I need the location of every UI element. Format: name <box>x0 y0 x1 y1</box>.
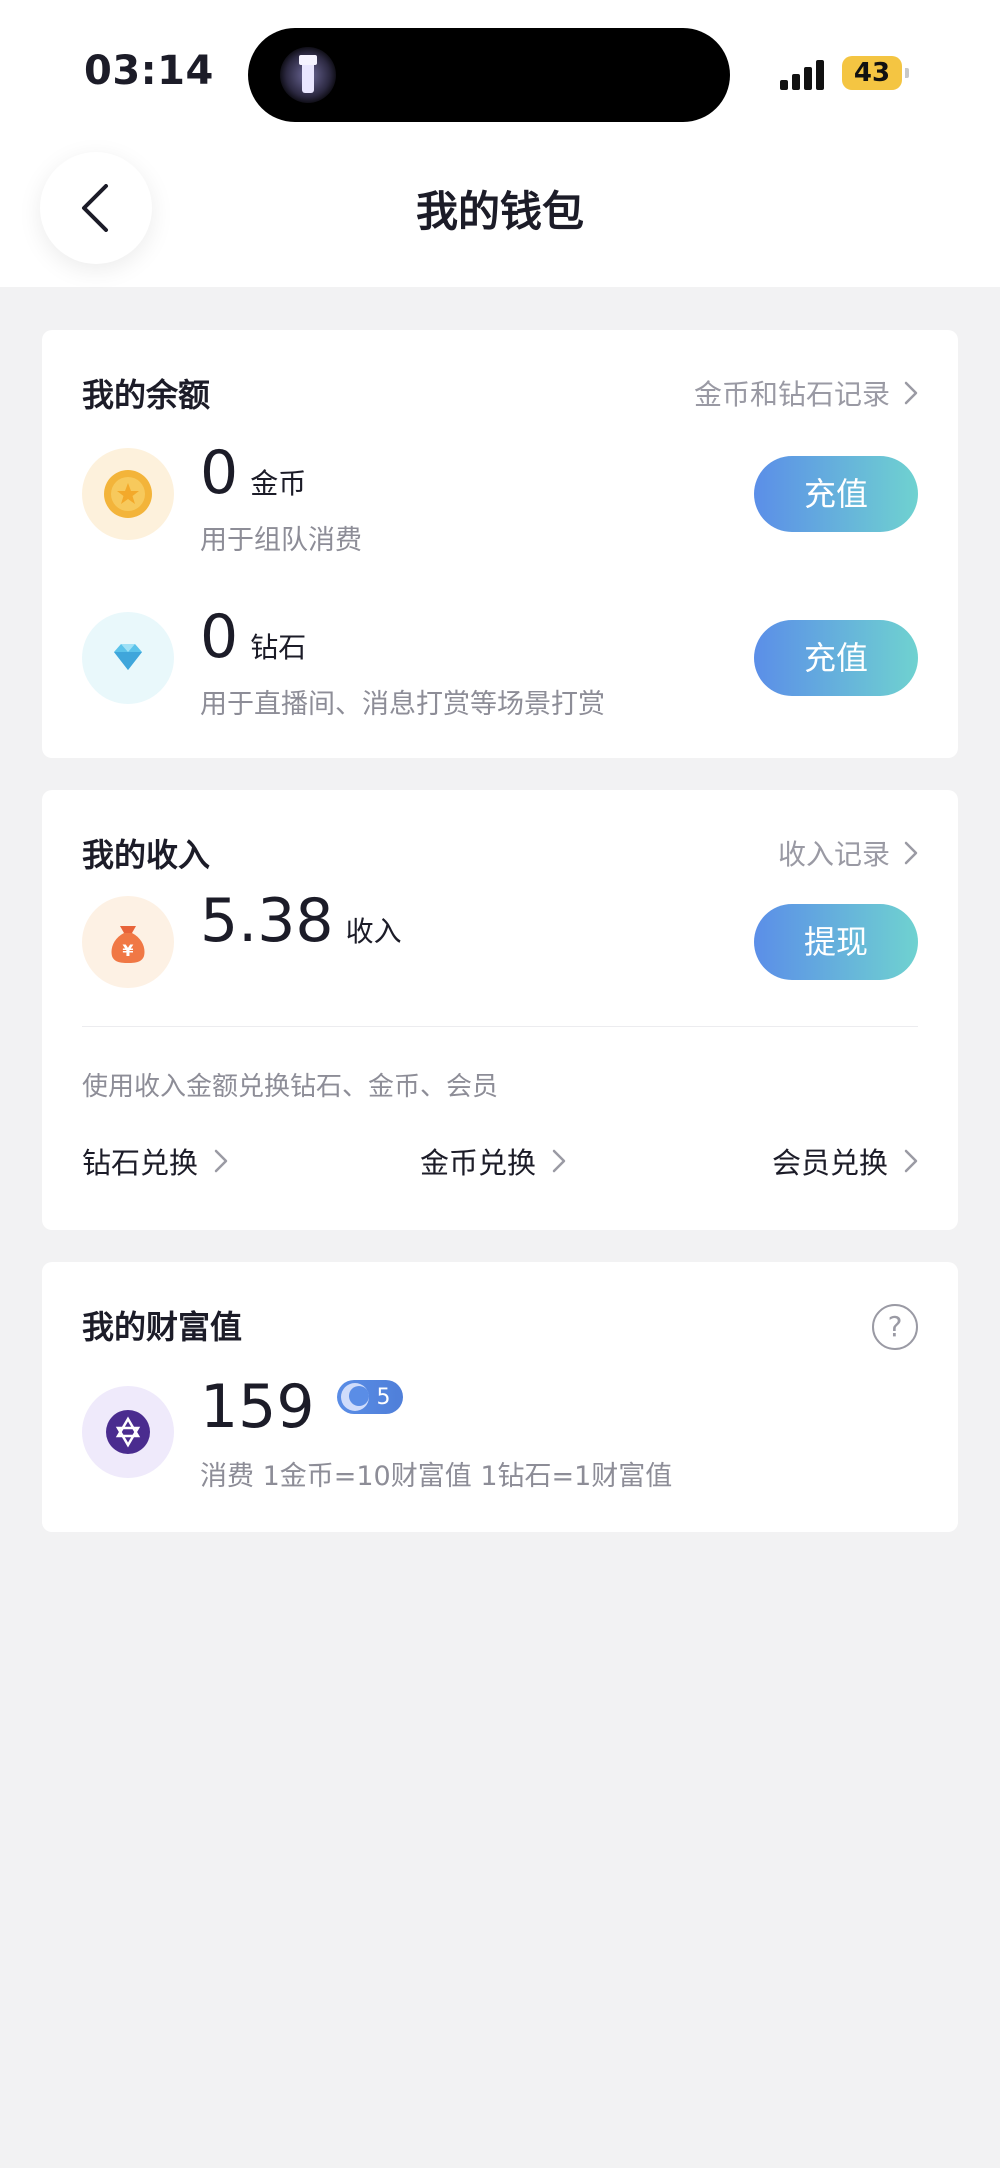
diamond-exchange-link[interactable]: 钻石兑换 <box>82 1140 228 1182</box>
diamond-recharge-button[interactable]: 充值 <box>754 620 918 696</box>
coin-diamond-records-link[interactable]: 金币和钻石记录 <box>694 373 918 413</box>
records-link-label: 金币和钻石记录 <box>693 378 890 411</box>
diamond-amount: 0 <box>200 602 239 672</box>
withdraw-button[interactable]: 提现 <box>754 904 918 980</box>
wealth-level-badge: 5 <box>336 1380 403 1414</box>
wealth-card: 我的财富值 ? 159 5 消费 1金币=10财富值 1钻石=1财富值 <box>42 1262 958 1532</box>
vip-exchange-label: 会员兑换 <box>771 1146 888 1180</box>
signal-icon <box>780 56 832 90</box>
diamond-description: 用于直播间、消息打赏等场景打赏 <box>200 689 605 720</box>
income-unit: 收入 <box>345 915 402 948</box>
diamond-unit: 钻石 <box>250 631 307 664</box>
coin-exchange-label: 金币兑换 <box>420 1146 537 1180</box>
coin-description: 用于组队消费 <box>200 525 362 556</box>
income-divider <box>82 1026 918 1027</box>
svg-text:¥: ¥ <box>122 941 133 960</box>
income-title: 我的收入 <box>82 836 211 874</box>
diamond-balance: 0 钻石 <box>200 602 306 672</box>
money-bag-icon: ¥ <box>82 896 174 988</box>
page-title: 我的钱包 <box>415 187 584 236</box>
coin-balance: 0 金币 <box>200 438 306 508</box>
battery-icon: 43 <box>842 56 909 90</box>
balance-title: 我的余额 <box>82 376 211 414</box>
help-icon[interactable]: ? <box>872 1304 918 1350</box>
income-amount: 5.38 <box>200 886 334 956</box>
star-of-david-icon <box>82 1386 174 1478</box>
chevron-right-icon <box>552 1149 566 1173</box>
wealth-amount: 159 <box>200 1372 315 1442</box>
income-exchange-hint: 使用收入金额兑换钻石、金币、会员 <box>82 1072 499 1102</box>
coin-recharge-button[interactable]: 充值 <box>754 456 918 532</box>
diamond-icon <box>82 612 174 704</box>
wealth-title: 我的财富值 <box>82 1308 243 1346</box>
coin-unit: 金币 <box>250 467 307 500</box>
moon-icon <box>340 1383 369 1411</box>
diamond-exchange-label: 钻石兑换 <box>82 1146 199 1180</box>
top-area: 03:14 43 我的钱包 <box>0 0 1000 287</box>
coin-exchange-link[interactable]: 金币兑换 <box>420 1140 566 1182</box>
status-time: 03:14 <box>84 48 214 94</box>
dynamic-island <box>248 28 730 122</box>
wealth-balance: 159 5 <box>200 1372 403 1442</box>
income-balance: 5.38 收入 <box>200 886 402 956</box>
chevron-right-icon <box>904 1149 918 1173</box>
coin-amount: 0 <box>200 438 239 508</box>
income-records-label: 收入记录 <box>777 838 890 871</box>
wealth-description: 消费 1金币=10财富值 1钻石=1财富值 <box>200 1461 673 1492</box>
balance-card: 我的余额 金币和钻石记录 0 金币 用于组队消费 充值 0 钻石 用于直播间、消… <box>42 330 958 758</box>
wealth-level: 5 <box>376 1384 391 1410</box>
vip-exchange-link[interactable]: 会员兑换 <box>772 1140 918 1182</box>
coin-icon <box>82 448 174 540</box>
chevron-right-icon <box>214 1149 228 1173</box>
chevron-right-icon <box>904 841 918 865</box>
income-records-link[interactable]: 收入记录 <box>778 833 918 873</box>
chevron-right-icon <box>904 381 918 405</box>
income-card: 我的收入 收入记录 ¥ 5.38 收入 提现 使用收入金额兑换钻石、金币、会员 … <box>42 790 958 1230</box>
flashlight-icon <box>280 47 336 103</box>
